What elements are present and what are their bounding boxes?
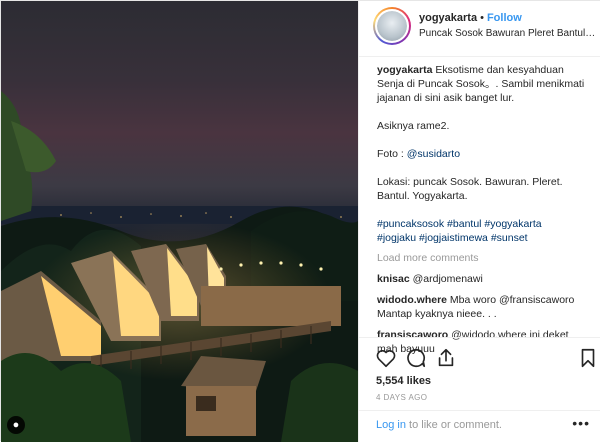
likes-count[interactable]: 5,554 likes <box>376 375 431 387</box>
more-options-icon[interactable]: ••• <box>572 415 590 431</box>
post-header: yogyakarta • Follow Puncak Sosok Bawuran P… <box>359 1 600 57</box>
comment-author[interactable]: widodo.where <box>377 294 447 306</box>
photo-credit: Foto : @susidarto <box>377 147 592 161</box>
post-actions: 5,554 likes 4 DAYS AGO Log in to like or… <box>359 337 600 437</box>
location-text: Bantul. Yogyakarta. <box>377 190 468 202</box>
comment-item: widodo.where Mba woro @fransiscaworo Man… <box>377 293 592 321</box>
follow-button[interactable]: Follow <box>487 12 522 24</box>
caption-author[interactable]: yogyakarta <box>377 64 432 76</box>
comment-text: @ardjomenawi <box>409 273 483 285</box>
post-photo[interactable]: ● <box>1 1 358 442</box>
instagram-post-frame: ● yogyakarta • Follow Puncak Sosok Bawuran… <box>0 0 600 442</box>
comment-item: knisac @ardjomenawi <box>377 272 592 286</box>
header-user-line: yogyakarta • Follow <box>419 12 522 24</box>
caption: yogyakarta Eksotisme dan kesyahduan Senj… <box>377 63 592 245</box>
caption-line: Eksotisme dan kesyahduan <box>435 64 564 76</box>
hashtags[interactable]: #jogjaku #jogjaistimewa #sunset <box>377 231 592 245</box>
photo-scene <box>1 91 358 442</box>
comment-text: Mba woro @fransiscaworo <box>447 294 575 306</box>
heart-icon[interactable] <box>375 347 397 369</box>
post-timestamp: 4 DAYS AGO <box>376 393 428 402</box>
comment-icon[interactable] <box>405 347 427 369</box>
photo-credit-link[interactable]: @susidarto <box>407 148 460 160</box>
comments-list: yogyakarta Eksotisme dan kesyahduan Senj… <box>377 63 592 356</box>
header-separator: • <box>480 12 484 24</box>
share-icon[interactable] <box>435 347 457 369</box>
photo-credit-label: Foto : <box>377 148 407 160</box>
hashtags[interactable]: #puncaksosok #bantul #yogyakarta <box>377 217 592 231</box>
avatar[interactable] <box>373 7 411 45</box>
caption-line: Senja di Puncak Sosok。. Sambil menikmati <box>377 78 585 90</box>
login-text: to like or comment. <box>405 419 502 431</box>
person-icon[interactable]: ● <box>7 416 25 434</box>
load-more-comments-button[interactable]: Load more comments <box>377 251 592 265</box>
login-link[interactable]: Log in <box>376 419 406 431</box>
post-side-panel: yogyakarta • Follow Puncak Sosok Bawuran P… <box>358 1 600 442</box>
caption-line: jajanan di sini asik banget lur. <box>377 92 515 104</box>
login-prompt: Log in to like or comment. ••• <box>359 410 600 438</box>
location-text: Lokasi: puncak Sosok. Bawuran. Pleret. <box>377 176 563 188</box>
comment-text: Mantap kyaknya nieee. . . <box>377 308 497 320</box>
author-username[interactable]: yogyakarta <box>419 12 477 24</box>
post-location[interactable]: Puncak Sosok Bawuran Pleret Bantul Yogya… <box>419 28 597 39</box>
bookmark-icon[interactable] <box>577 347 599 369</box>
caption-line: Asiknya rame2. <box>377 120 450 132</box>
comment-author[interactable]: knisac <box>377 273 410 285</box>
